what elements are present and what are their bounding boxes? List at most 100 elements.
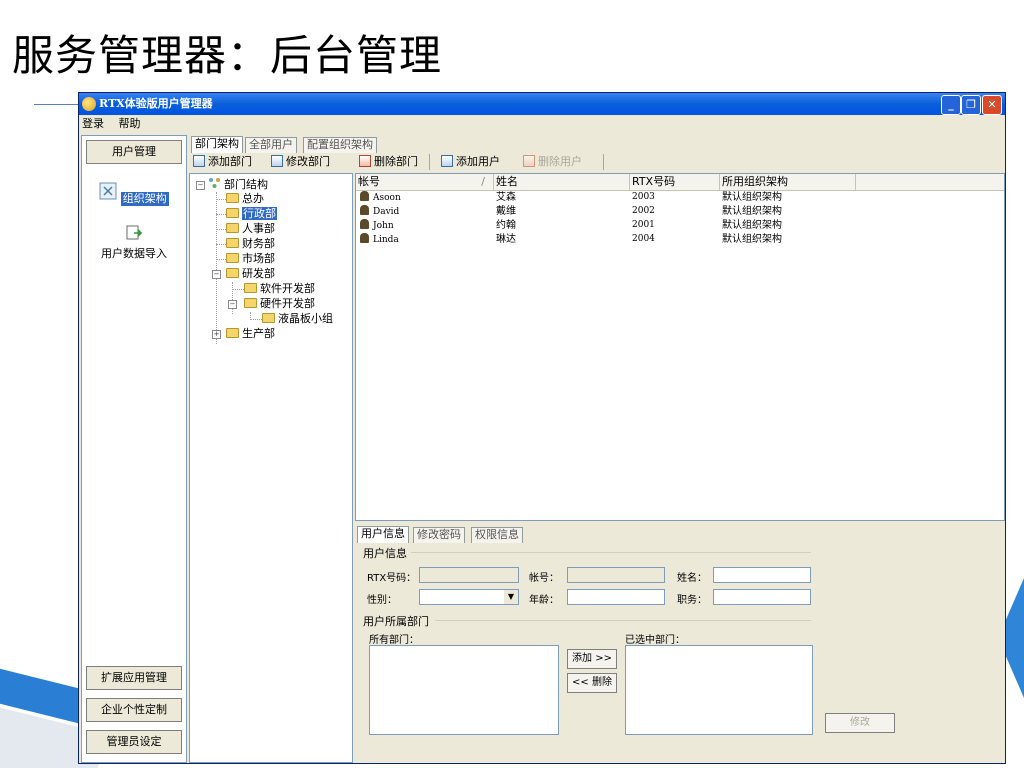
extension-app-button[interactable]: 扩展应用管理 xyxy=(86,666,182,690)
title-bar[interactable]: RTX体验版用户管理器 _ ❐ ✕ xyxy=(79,93,1005,115)
decorative-line xyxy=(34,104,78,105)
add-dept-to-user-button[interactable]: 添加 >> xyxy=(567,649,617,669)
tree-node[interactable]: 液晶板小组 xyxy=(262,312,333,326)
chevron-down-icon: ▼ xyxy=(504,590,518,604)
folder-icon xyxy=(262,313,275,323)
tab-all-users[interactable]: 全部用户 xyxy=(245,137,297,153)
table-row[interactable]: David 戴维 2002 默认组织架构 xyxy=(356,205,1004,218)
sort-indicator: / xyxy=(481,175,485,188)
user-management-button[interactable]: 用户管理 xyxy=(86,140,182,164)
gender-select[interactable]: ▼ xyxy=(419,589,519,605)
account-field[interactable] xyxy=(567,567,665,583)
nav-item-user-import[interactable]: 用户数据导入 xyxy=(82,224,186,261)
window-title: RTX体验版用户管理器 xyxy=(99,97,213,110)
name-cell: 琳达 xyxy=(496,234,516,245)
modify-button[interactable]: 修改 xyxy=(825,713,895,733)
folder-icon xyxy=(226,208,239,218)
org-structure-icon xyxy=(99,182,117,200)
tree-expand-toggle[interactable]: + xyxy=(212,330,221,339)
app-window: RTX体验版用户管理器 _ ❐ ✕ 登录 帮助 用户管理 组织架构 用户数据导入… xyxy=(78,92,1006,764)
nav-label-user-import: 用户数据导入 xyxy=(101,247,167,260)
age-label: 年龄： xyxy=(529,595,559,606)
tree-root[interactable]: 部门结构 xyxy=(208,177,268,191)
rtx-number-label: RTX号码： xyxy=(367,573,417,584)
tab-config-org[interactable]: 配置组织架构 xyxy=(303,137,377,153)
tree-node-selected[interactable]: 行政部 xyxy=(226,207,277,221)
table-row[interactable]: John 约翰 2001 默认组织架构 xyxy=(356,219,1004,232)
user-list-header: 帐号 / 姓名 RTX号码 所用组织架构 xyxy=(356,174,1004,191)
import-icon xyxy=(126,225,143,240)
org-cell: 默认组织架构 xyxy=(722,234,782,245)
tree-collapse-toggle[interactable]: − xyxy=(212,270,221,279)
tab-dept-structure[interactable]: 部门架构 xyxy=(191,136,243,153)
user-icon xyxy=(360,233,369,243)
admin-settings-button[interactable]: 管理员设定 xyxy=(86,730,182,754)
menu-bar: 登录 帮助 xyxy=(79,115,1005,133)
menu-help[interactable]: 帮助 xyxy=(119,117,141,130)
edit-dept-button[interactable]: 修改部门 xyxy=(271,154,330,170)
name-label: 姓名： xyxy=(677,573,707,584)
table-row[interactable]: Linda 琳达 2004 默认组织架构 xyxy=(356,233,1004,246)
folder-icon xyxy=(226,193,239,203)
name-cell: 约翰 xyxy=(496,220,516,231)
rtx-number-field[interactable] xyxy=(419,567,519,583)
maximize-button[interactable]: ❐ xyxy=(961,95,981,115)
org-tree-icon xyxy=(209,178,220,188)
left-nav-panel: 用户管理 组织架构 用户数据导入 扩展应用管理 企业个性定制 管理员设定 xyxy=(81,135,187,763)
column-header-org[interactable]: 所用组织架构 xyxy=(720,174,856,190)
selected-depts-label: 已选中部门： xyxy=(625,635,685,646)
toolbar-separator xyxy=(603,154,604,170)
remove-dept-from-user-button[interactable]: << 删除 xyxy=(567,673,617,693)
delete-user-button[interactable]: 删除用户 xyxy=(523,154,582,170)
edit-dept-icon xyxy=(271,155,283,167)
gender-label: 性别： xyxy=(367,595,397,606)
close-button[interactable]: ✕ xyxy=(982,95,1002,115)
add-user-button[interactable]: 添加用户 xyxy=(441,154,500,170)
tree-collapse-toggle[interactable]: − xyxy=(196,181,205,190)
main-tabs: 部门架构 全部用户 配置组织架构 xyxy=(191,136,491,153)
tree-node[interactable]: 软件开发部 xyxy=(244,282,315,296)
selected-depts-list[interactable] xyxy=(625,645,813,735)
folder-icon xyxy=(226,268,239,278)
account-cell: Linda xyxy=(360,233,399,247)
account-cell: David xyxy=(360,205,399,219)
tab-user-info[interactable]: 用户信息 xyxy=(357,526,409,543)
delete-dept-button[interactable]: 删除部门 xyxy=(359,154,418,170)
toolbar-separator xyxy=(429,154,430,170)
table-row[interactable]: Asoon 艾森 2003 默认组织架构 xyxy=(356,191,1004,204)
account-label: 帐号： xyxy=(529,573,559,584)
job-field[interactable] xyxy=(713,589,811,605)
tree-node[interactable]: 研发部 xyxy=(226,267,275,281)
tree-node[interactable]: 市场部 xyxy=(226,252,275,266)
tree-node[interactable]: 人事部 xyxy=(226,222,275,236)
org-cell: 默认组织架构 xyxy=(722,206,782,217)
folder-icon xyxy=(244,298,257,308)
column-header-name[interactable]: 姓名 xyxy=(494,174,630,190)
minimize-button[interactable]: _ xyxy=(941,95,961,115)
tree-collapse-toggle[interactable]: − xyxy=(228,300,237,309)
tab-permission-info[interactable]: 权限信息 xyxy=(471,527,523,543)
all-depts-list[interactable] xyxy=(369,645,559,735)
column-header-account[interactable]: 帐号 / xyxy=(356,174,494,190)
user-detail-panel: 用户信息 修改密码 权限信息 用户信息 RTX号码： 帐号： 姓名： 性别： ▼… xyxy=(355,523,1005,763)
org-cell: 默认组织架构 xyxy=(722,220,782,231)
nav-item-org-structure[interactable]: 组织架构 xyxy=(82,182,186,206)
menu-login[interactable]: 登录 xyxy=(82,117,104,130)
account-cell: John xyxy=(360,219,394,233)
tree-node[interactable]: 生产部 xyxy=(226,327,275,341)
tree-node[interactable]: 财务部 xyxy=(226,237,275,251)
slide-title: 服务管理器：后台管理 xyxy=(12,31,443,80)
add-dept-icon xyxy=(193,155,205,167)
column-header-rtx[interactable]: RTX号码 xyxy=(630,174,720,190)
tree-node[interactable]: 硬件开发部 xyxy=(244,297,315,311)
add-dept-button[interactable]: 添加部门 xyxy=(193,154,252,170)
tree-node[interactable]: 总办 xyxy=(226,192,264,206)
age-field[interactable] xyxy=(567,589,665,605)
delete-user-icon xyxy=(523,155,535,167)
name-field[interactable] xyxy=(713,567,811,583)
enterprise-custom-button[interactable]: 企业个性定制 xyxy=(86,698,182,722)
user-list: 帐号 / 姓名 RTX号码 所用组织架构 Asoon 艾森 2003 默认组织架构… xyxy=(355,173,1005,521)
app-icon xyxy=(82,97,96,111)
user-icon xyxy=(360,191,369,201)
tab-change-password[interactable]: 修改密码 xyxy=(413,527,465,543)
